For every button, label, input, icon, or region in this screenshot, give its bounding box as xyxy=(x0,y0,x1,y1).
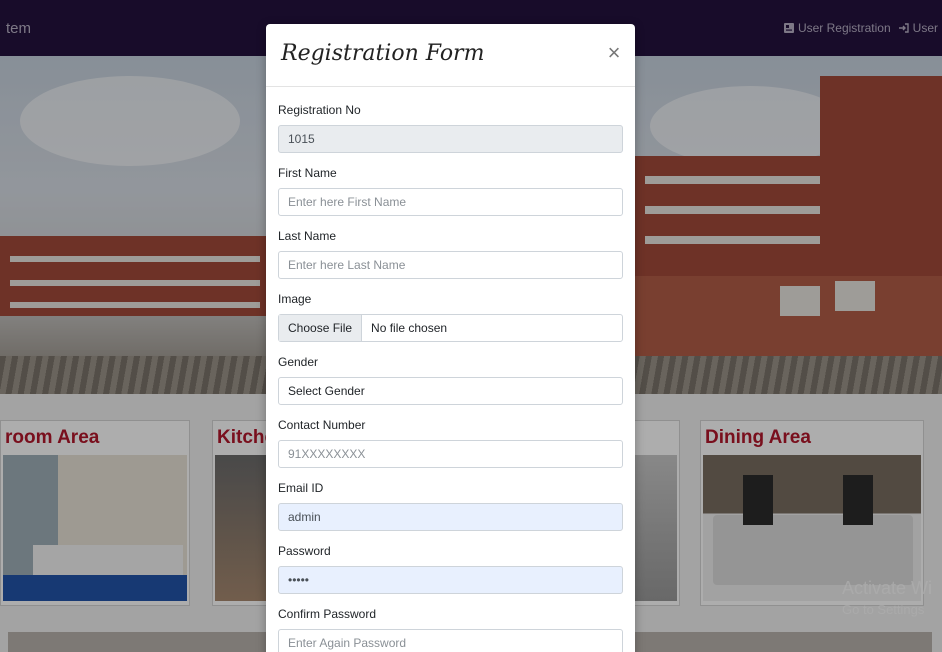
field-registration-no: Registration No xyxy=(278,101,623,153)
confirm-password-label: Confirm Password xyxy=(278,607,377,621)
field-gender: Gender Select Gender xyxy=(278,353,623,405)
contact-number-label: Contact Number xyxy=(278,418,366,432)
first-name-label: First Name xyxy=(278,166,337,180)
file-status: No file chosen xyxy=(371,321,448,335)
gender-select[interactable]: Select Gender xyxy=(278,377,623,405)
email-input[interactable] xyxy=(278,503,623,531)
page: tem User Registration User room Area Kit… xyxy=(0,0,942,652)
registration-no-input[interactable] xyxy=(278,125,623,153)
gender-label: Gender xyxy=(278,355,319,369)
image-file-input[interactable]: Choose File No file chosen xyxy=(278,314,623,342)
choose-file-button[interactable]: Choose File xyxy=(279,315,363,341)
last-name-input[interactable] xyxy=(278,251,623,279)
field-last-name: Last Name xyxy=(278,227,623,279)
field-password: Password xyxy=(278,542,623,594)
close-icon[interactable]: × xyxy=(605,42,623,64)
field-contact-number: Contact Number xyxy=(278,416,623,468)
field-email: Email ID xyxy=(278,479,623,531)
modal-title: Registration Form xyxy=(281,41,485,66)
password-label: Password xyxy=(278,544,331,558)
registration-modal: Registration Form × Registration No Firs… xyxy=(266,24,635,652)
field-first-name: First Name xyxy=(278,164,623,216)
modal-body: Registration No First Name Last Name Ima… xyxy=(266,87,635,652)
first-name-input[interactable] xyxy=(278,188,623,216)
password-input[interactable] xyxy=(278,566,623,594)
field-confirm-password: Confirm Password xyxy=(278,605,623,652)
confirm-password-input[interactable] xyxy=(278,629,623,652)
last-name-label: Last Name xyxy=(278,229,337,243)
registration-no-label: Registration No xyxy=(278,103,361,117)
contact-number-input[interactable] xyxy=(278,440,623,468)
field-image: Image Choose File No file chosen xyxy=(278,290,623,342)
modal-header: Registration Form × xyxy=(266,24,635,87)
image-label: Image xyxy=(278,292,312,306)
email-label: Email ID xyxy=(278,481,324,495)
